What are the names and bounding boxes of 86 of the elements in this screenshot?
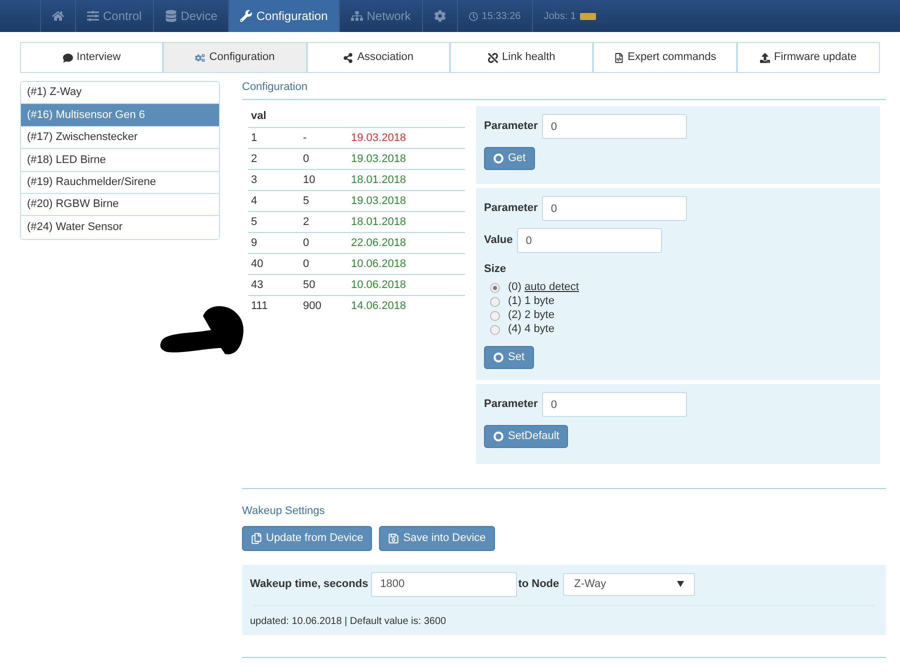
speech-bubble-icon	[62, 52, 73, 62]
field-label: Size	[484, 262, 508, 277]
date-cell-text: 19.03.2018	[351, 152, 406, 167]
table-cell-text: 5	[251, 214, 258, 230]
circle-icon	[493, 431, 504, 442]
radio-label: (1) 1 byte	[508, 294, 554, 310]
nav-item[interactable]: Configuration	[228, 0, 339, 32]
table-cell-text: 9	[251, 236, 258, 251]
tab[interactable]: Configuration	[163, 42, 307, 73]
field-label: Wakeup time, seconds	[250, 576, 368, 592]
table-cell-text: 2	[303, 214, 310, 230]
database-icon	[164, 10, 177, 22]
tab[interactable]: Firmware update	[736, 42, 880, 73]
column-header: val	[250, 109, 268, 124]
table-cell-text: 5	[303, 194, 310, 209]
date-cell-text: 10.06.2018	[351, 256, 406, 272]
parameter-field[interactable]: 0	[542, 114, 687, 139]
copy-icon	[251, 532, 262, 544]
section-title: Configuration	[242, 80, 308, 94]
get-button[interactable]: Get	[484, 147, 535, 170]
tab[interactable]: Interview	[20, 42, 164, 73]
node-list-item[interactable]: (#1) Z-Way	[21, 82, 219, 104]
radio-button[interactable]	[490, 282, 500, 292]
table-cell-text: 1	[251, 130, 258, 146]
radio-button[interactable]	[490, 296, 500, 306]
date-cell-text: 19.03.2018	[351, 130, 406, 146]
circle-icon	[493, 153, 504, 164]
radio-label: (4) 4 byte	[508, 322, 554, 338]
set-default-button[interactable]: SetDefault	[484, 425, 568, 448]
node-list-item[interactable]: (#16) Multisensor Gen 6	[21, 104, 219, 127]
date-cell-text: 18.01.2018	[351, 214, 406, 230]
radio-label: (2) 2 byte	[508, 308, 554, 324]
tab[interactable]: Link health	[450, 42, 594, 73]
radio-label: (0) auto detect	[508, 280, 579, 296]
sliders-icon	[87, 10, 99, 22]
parameter-field[interactable]: 0	[542, 392, 687, 417]
share-icon	[343, 52, 354, 62]
table-cell-text: 0	[303, 152, 310, 167]
date-cell-text: 22.06.2018	[351, 236, 406, 251]
date-cell-text: 18.01.2018	[351, 172, 406, 188]
table-cell-text: 111	[251, 298, 269, 314]
table-cell-text: 10	[303, 172, 316, 188]
home-icon	[52, 10, 64, 22]
table-cell-text: 2	[251, 152, 258, 167]
clock-icon	[468, 12, 478, 20]
tab[interactable]: Expert commands	[593, 42, 737, 73]
table-cell-text: 900	[303, 298, 322, 314]
upload-icon	[760, 52, 770, 62]
table-cell-text: 40	[251, 256, 264, 272]
save-button[interactable]: Save into Device	[379, 526, 495, 550]
date-cell-text: 19.03.2018	[351, 194, 406, 209]
broken-link-icon	[488, 52, 498, 62]
radio-button[interactable]	[490, 324, 500, 334]
field-label: Parameter	[484, 201, 538, 216]
date-cell-text: 10.06.2018	[351, 278, 406, 293]
node-list-item[interactable]: (#19) Rauchmelder/Sirene	[21, 172, 219, 194]
circle-icon	[493, 352, 504, 362]
value-field[interactable]: 0	[516, 228, 662, 253]
field-label: Parameter	[484, 397, 538, 412]
date-cell-text: 14.06.2018	[351, 298, 406, 314]
table-cell-text: 4	[251, 194, 258, 209]
table-cell-text: 0	[303, 256, 310, 272]
sitemap-icon	[350, 10, 363, 22]
wakeup-time-field[interactable]: 1800	[371, 572, 518, 596]
status-text: updated: 10.06.2018 | Default value is: 3600	[250, 614, 448, 628]
table-cell-text: -	[303, 130, 308, 146]
wrench-icon	[240, 10, 252, 22]
radio-button[interactable]	[490, 310, 500, 320]
update-button[interactable]: Update from Device	[242, 526, 372, 550]
set-button[interactable]: Set	[484, 346, 534, 368]
node-select[interactable]: Z-Way	[563, 572, 696, 596]
field-label: to Node	[518, 576, 560, 592]
dropdown-caret-icon	[677, 581, 684, 587]
parameter-field[interactable]: 0	[542, 196, 687, 221]
table-cell-text: 43	[251, 278, 264, 293]
code-file-icon	[614, 52, 624, 62]
table-cell-text: 3	[251, 172, 258, 188]
tab[interactable]: Association	[306, 42, 450, 73]
table-cell-text: 0	[303, 236, 310, 251]
gears-icon	[195, 52, 206, 62]
field-label: Parameter	[484, 119, 538, 134]
table-cell-text: 50	[303, 278, 316, 293]
field-label: Value	[484, 233, 513, 248]
progress-bar	[580, 12, 596, 20]
settings-icon	[434, 10, 446, 22]
section-title: Wakeup Settings	[242, 504, 326, 519]
